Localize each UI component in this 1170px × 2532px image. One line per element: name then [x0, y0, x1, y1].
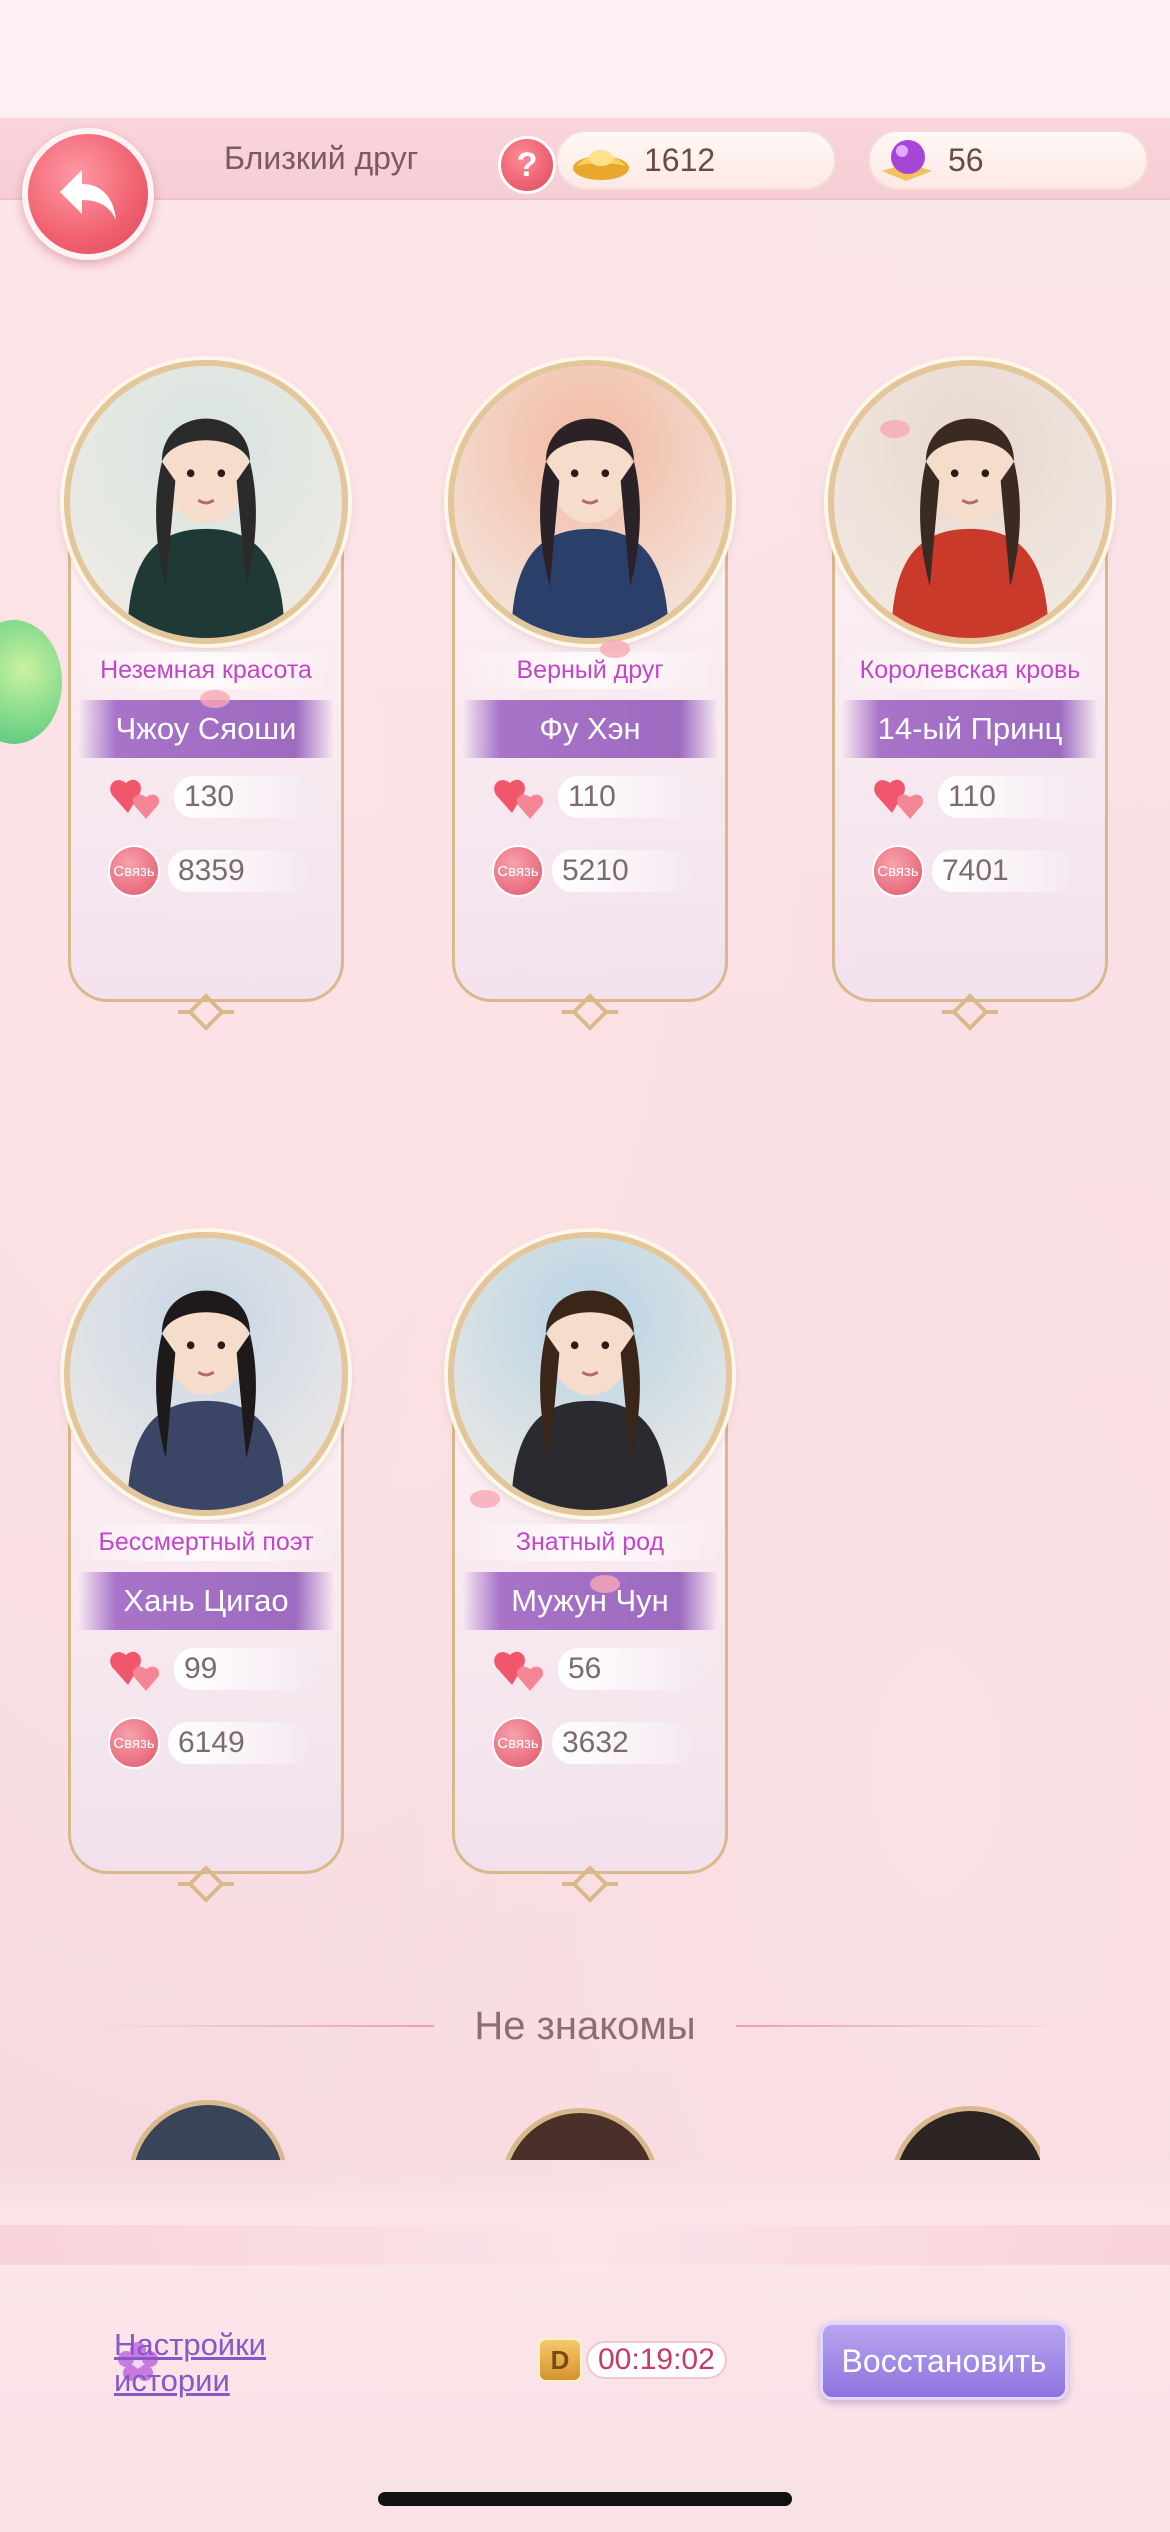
affection-value: 110 [938, 776, 1078, 818]
character-title: Бессмертный поэт [76, 1524, 336, 1561]
affection-value: 56 [558, 1648, 698, 1690]
character-name: 14-ый Принц [842, 700, 1098, 758]
locked-character-portrait[interactable] [500, 2100, 660, 2160]
character-illustration [511, 1290, 669, 1510]
character-name: Хань Цигао [78, 1572, 334, 1630]
hearts-icon [110, 779, 160, 819]
character-name: Чжоу Сяоши [78, 700, 334, 758]
bond-stat: Связь 3632 [492, 1717, 712, 1769]
bond-stat: Связь 7401 [872, 845, 1092, 897]
restore-button[interactable]: Восстановить [820, 2322, 1068, 2400]
gold-ingot-icon [570, 138, 632, 182]
purple-orb-icon [878, 135, 936, 185]
character-portrait[interactable] [64, 360, 348, 644]
divider-line [94, 2025, 435, 2027]
character-illustration [127, 1290, 285, 1510]
petal-decoration [880, 420, 910, 438]
settings-link-line2: истории [114, 2363, 230, 2398]
affection-stat: 99 [108, 1646, 328, 1692]
character-illustration [891, 418, 1049, 638]
bond-icon: Связь [872, 845, 924, 897]
bond-icon: Связь [108, 1717, 160, 1769]
character-name: Фу Хэн [462, 700, 718, 758]
hearts-icon [874, 779, 924, 819]
character-title: Неземная красота [76, 652, 336, 689]
character-portrait[interactable] [448, 360, 732, 644]
section-unacquainted-header: Не знакомы [0, 1996, 1170, 2056]
side-event-tab[interactable] [0, 620, 62, 744]
character-illustration [127, 418, 285, 638]
bond-value: 8359 [168, 850, 308, 892]
back-arrow-icon [60, 170, 116, 220]
hearts-icon [494, 779, 544, 819]
gold-value: 1612 [644, 141, 716, 178]
bond-stat: Связь 8359 [108, 845, 328, 897]
character-portrait[interactable] [64, 1232, 348, 1516]
help-button[interactable]: ? [498, 136, 556, 194]
petal-decoration [470, 1490, 500, 1508]
hearts-icon [110, 1651, 160, 1691]
gold-counter[interactable]: 1612 [556, 130, 836, 190]
locked-character-portrait[interactable] [128, 2100, 288, 2160]
character-title: Знатный род [460, 1524, 720, 1561]
decorative-band [0, 2225, 1170, 2265]
affection-stat: 110 [872, 774, 1092, 820]
character-portrait[interactable] [828, 360, 1112, 644]
character-title: Верный друг [460, 652, 720, 689]
gem-counter[interactable]: 56 [868, 130, 1148, 190]
affection-stat: 110 [492, 774, 712, 820]
affection-stat: 130 [108, 774, 328, 820]
locked-character-portrait[interactable] [880, 2100, 1040, 2160]
character-illustration [511, 418, 669, 638]
character-portrait[interactable] [448, 1232, 732, 1516]
ornament-icon [178, 1865, 234, 1903]
bond-value: 6149 [168, 1722, 308, 1764]
bond-value: 7401 [932, 850, 1072, 892]
timer-badge-icon: D [538, 2338, 582, 2382]
section-title: Не знакомы [474, 2003, 696, 2048]
ornament-icon [178, 993, 234, 1031]
home-indicator [378, 2492, 792, 2506]
character-title: Королевская кровь [840, 652, 1100, 689]
bond-stat: Связь 6149 [108, 1717, 328, 1769]
character-card[interactable]: Знатный род Мужун Чун 56 Связь 3632 [440, 1124, 740, 1944]
ornament-icon [562, 993, 618, 1031]
affection-value: 99 [174, 1648, 314, 1690]
settings-link-line1: Настройки [114, 2327, 267, 2362]
bond-value: 5210 [552, 850, 692, 892]
gem-value: 56 [948, 141, 984, 178]
story-settings-link[interactable]: Настройки истории [114, 2327, 266, 2399]
hearts-icon [494, 1651, 544, 1691]
bond-icon: Связь [108, 845, 160, 897]
status-bar-area [0, 0, 1170, 120]
bond-stat: Связь 5210 [492, 845, 712, 897]
character-card[interactable]: Королевская кровь 14-ый Принц 110 Связь … [820, 252, 1120, 1072]
bond-value: 3632 [552, 1722, 692, 1764]
affection-stat: 56 [492, 1646, 712, 1692]
affection-value: 130 [174, 776, 314, 818]
ornament-icon [562, 1865, 618, 1903]
bond-icon: Связь [492, 1717, 544, 1769]
petal-decoration [600, 640, 630, 658]
ornament-icon [942, 993, 998, 1031]
back-button[interactable] [22, 128, 154, 260]
character-card[interactable]: Неземная красота Чжоу Сяоши 130 Связь 83… [56, 252, 356, 1072]
timer-value: 00:19:02 [586, 2341, 727, 2379]
divider-line [735, 2025, 1076, 2027]
character-card[interactable]: Бессмертный поэт Хань Цигао 99 Связь 614… [56, 1124, 356, 1944]
petal-decoration [200, 690, 230, 708]
page-title: Близкий друг [224, 140, 419, 176]
restore-timer: D 00:19:02 [538, 2338, 748, 2382]
affection-value: 110 [558, 776, 698, 818]
bond-icon: Связь [492, 845, 544, 897]
character-card[interactable]: Верный друг Фу Хэн 110 Связь 5210 [440, 252, 740, 1072]
petal-decoration [590, 1575, 620, 1593]
